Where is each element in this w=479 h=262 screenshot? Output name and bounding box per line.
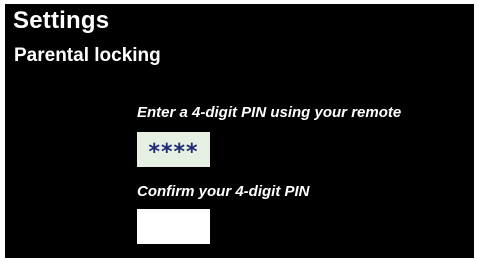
pin-entry-prompt: Enter a 4-digit PIN using your remote	[137, 104, 402, 121]
pin-mask: ****	[148, 139, 199, 165]
pin-confirm-prompt: Confirm your 4-digit PIN	[137, 183, 310, 200]
pin-confirm-field[interactable]	[137, 209, 210, 244]
tv-screen: Settings Parental locking Enter a 4-digi…	[5, 4, 474, 258]
page-title: Settings	[13, 7, 110, 34]
pin-entry-field[interactable]: ****	[137, 132, 210, 167]
section-title: Parental locking	[14, 45, 161, 66]
